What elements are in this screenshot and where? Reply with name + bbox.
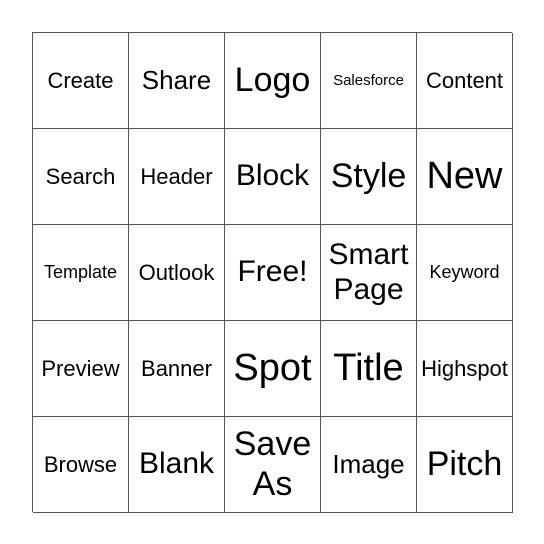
bingo-cell[interactable]: Template (33, 225, 129, 321)
bingo-cell[interactable]: Spot (225, 321, 321, 417)
bingo-cell[interactable]: Style (321, 129, 417, 225)
bingo-cell[interactable]: Share (129, 33, 225, 129)
free-space-cell[interactable]: Free! (225, 225, 321, 321)
bingo-cell[interactable]: Save As (225, 417, 321, 513)
bingo-cell[interactable]: Keyword (417, 225, 513, 321)
bingo-cell[interactable]: Create (33, 33, 129, 129)
bingo-cell[interactable]: Pitch (417, 417, 513, 513)
bingo-cell[interactable]: New (417, 129, 513, 225)
bingo-cell[interactable]: Search (33, 129, 129, 225)
bingo-cell[interactable]: Banner (129, 321, 225, 417)
bingo-cell[interactable]: Highspot (417, 321, 513, 417)
bingo-board: Create Share Logo Salesforce Content Sea… (32, 32, 513, 513)
bingo-cell[interactable]: Image (321, 417, 417, 513)
bingo-cell[interactable]: Content (417, 33, 513, 129)
bingo-cell[interactable]: Preview (33, 321, 129, 417)
bingo-cell[interactable]: Smart Page (321, 225, 417, 321)
bingo-cell[interactable]: Salesforce (321, 33, 417, 129)
bingo-cell[interactable]: Header (129, 129, 225, 225)
bingo-cell[interactable]: Title (321, 321, 417, 417)
bingo-cell[interactable]: Block (225, 129, 321, 225)
bingo-cell[interactable]: Browse (33, 417, 129, 513)
bingo-cell[interactable]: Blank (129, 417, 225, 513)
bingo-cell[interactable]: Logo (225, 33, 321, 129)
bingo-cell[interactable]: Outlook (129, 225, 225, 321)
